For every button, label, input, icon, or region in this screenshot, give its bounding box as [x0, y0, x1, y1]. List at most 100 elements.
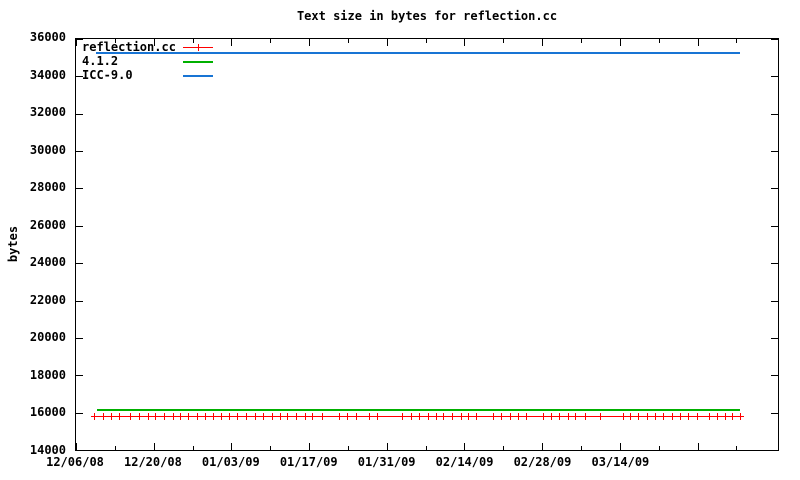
- x-tick-major-mirror: [76, 39, 77, 46]
- y-tick-major-mirror: [771, 337, 778, 339]
- x-tick-minor: [658, 446, 660, 450]
- data-point-plus-marker: [218, 412, 226, 420]
- data-point-plus-marker: [160, 412, 168, 420]
- y-tick-label: 20000: [29, 330, 66, 345]
- data-point-plus-marker: [721, 412, 729, 420]
- x-tick-major: [542, 443, 544, 450]
- x-tick-major: [153, 443, 155, 450]
- data-point-plus-marker: [398, 412, 406, 420]
- data-point-plus-marker: [440, 412, 448, 420]
- data-point-plus-marker: [490, 412, 498, 420]
- x-tick-minor: [503, 446, 505, 450]
- data-point-plus-marker: [99, 412, 107, 420]
- x-tick-major: [231, 443, 233, 450]
- y-tick-label: 30000: [29, 142, 66, 157]
- data-point-plus-marker: [564, 412, 572, 420]
- data-point-plus-marker: [448, 412, 456, 420]
- legend-entry-4-1-2: 4.1.2: [80, 54, 260, 68]
- data-point-plus-marker: [548, 412, 556, 420]
- x-tick-major: [464, 443, 466, 450]
- x-tick-major: [309, 443, 311, 450]
- x-tick-minor-mirror: [347, 39, 349, 43]
- x-tick-major-mirror: [542, 39, 544, 46]
- legend-label: ICC-9.0: [82, 68, 133, 82]
- data-point-plus-marker: [144, 412, 152, 420]
- data-point-plus-marker: [353, 412, 361, 420]
- x-tick-major-mirror: [697, 39, 699, 46]
- data-point-plus-marker: [152, 412, 160, 420]
- chart-title: Text size in bytes for reflection.cc: [296, 9, 558, 23]
- data-point-plus-marker: [515, 412, 523, 420]
- data-point-plus-marker: [373, 412, 381, 420]
- y-tick-major-mirror: [771, 450, 778, 451]
- x-tick-label: 01/31/09: [357, 455, 416, 469]
- data-point-plus-marker: [713, 412, 721, 420]
- data-point-plus-marker: [432, 412, 440, 420]
- y-tick-major: [76, 412, 83, 414]
- x-tick-major: [76, 443, 77, 450]
- y-tick-major: [76, 263, 83, 265]
- data-point-plus-marker: [736, 412, 744, 420]
- y-tick-label: 28000: [29, 180, 66, 195]
- data-point-plus-marker: [407, 412, 415, 420]
- data-point-plus-marker: [597, 412, 605, 420]
- x-tick-major-mirror: [464, 39, 466, 46]
- y-tick-label: 36000: [29, 30, 66, 44]
- y-tick-major-mirror: [771, 76, 778, 78]
- gnuplot-chart-canvas: { "chart_data": { "type": "line", "title…: [0, 0, 800, 480]
- y-tick-major-mirror: [771, 39, 778, 40]
- y-tick-label: 34000: [29, 67, 66, 82]
- x-tick-major: [697, 443, 699, 450]
- data-point-plus-marker: [135, 412, 143, 420]
- x-tick-major-mirror: [309, 39, 311, 46]
- y-tick-major-mirror: [771, 151, 778, 153]
- x-tick-label: 02/28/09: [513, 455, 572, 469]
- data-point-plus-marker: [366, 412, 373, 420]
- x-tick-label: 03/14/09: [591, 455, 650, 469]
- x-tick-minor: [114, 446, 116, 450]
- y-tick-major: [76, 375, 83, 377]
- x-tick-minor: [425, 446, 427, 450]
- data-point-plus-marker: [201, 412, 209, 420]
- x-tick-major-mirror: [619, 39, 621, 46]
- x-tick-minor: [192, 446, 194, 450]
- series-line-4-1-2: [97, 408, 741, 411]
- legend-label: reflection.cc: [82, 40, 176, 54]
- data-point-plus-marker: [344, 412, 352, 420]
- y-tick-major: [76, 300, 83, 302]
- data-point-plus-marker: [169, 412, 177, 420]
- legend-sample-line-icon: [183, 44, 213, 51]
- data-point-plus-marker: [284, 412, 292, 420]
- data-point-plus-marker: [473, 412, 481, 420]
- legend-entry-reflection-cc: reflection.cc: [80, 40, 260, 54]
- data-point-plus-marker: [523, 412, 531, 420]
- data-point-plus-marker: [336, 412, 344, 420]
- data-point-plus-marker: [234, 412, 242, 420]
- data-point-plus-marker: [627, 412, 635, 420]
- y-tick-major: [76, 225, 83, 227]
- data-point-plus-marker: [465, 412, 473, 420]
- data-point-plus-marker: [115, 412, 123, 420]
- data-point-plus-marker: [635, 412, 643, 420]
- data-point-plus-marker: [107, 412, 115, 420]
- data-point-plus-marker: [293, 412, 301, 420]
- y-tick-major-mirror: [771, 375, 778, 377]
- data-point-plus-marker: [415, 412, 423, 420]
- y-tick-major-mirror: [771, 225, 778, 227]
- data-point-plus-marker: [319, 412, 327, 420]
- y-tick-label: 24000: [29, 255, 66, 270]
- data-point-plus-marker: [644, 412, 652, 420]
- x-tick-label: 01/17/09: [279, 455, 338, 469]
- x-tick-major: [386, 443, 388, 450]
- data-point-plus-marker: [619, 412, 627, 420]
- data-point-plus-marker: [676, 412, 684, 420]
- y-tick-major: [76, 151, 83, 153]
- x-tick-minor: [580, 446, 582, 450]
- y-tick-major-mirror: [771, 300, 778, 302]
- legend: reflection.cc 4.1.2 ICC-9.0: [80, 40, 260, 82]
- y-tick-major: [76, 337, 83, 339]
- x-tick-minor-mirror: [736, 39, 738, 43]
- x-tick-minor-mirror: [658, 39, 660, 43]
- data-point-plus-marker: [457, 412, 465, 420]
- data-point-plus-marker: [705, 412, 713, 420]
